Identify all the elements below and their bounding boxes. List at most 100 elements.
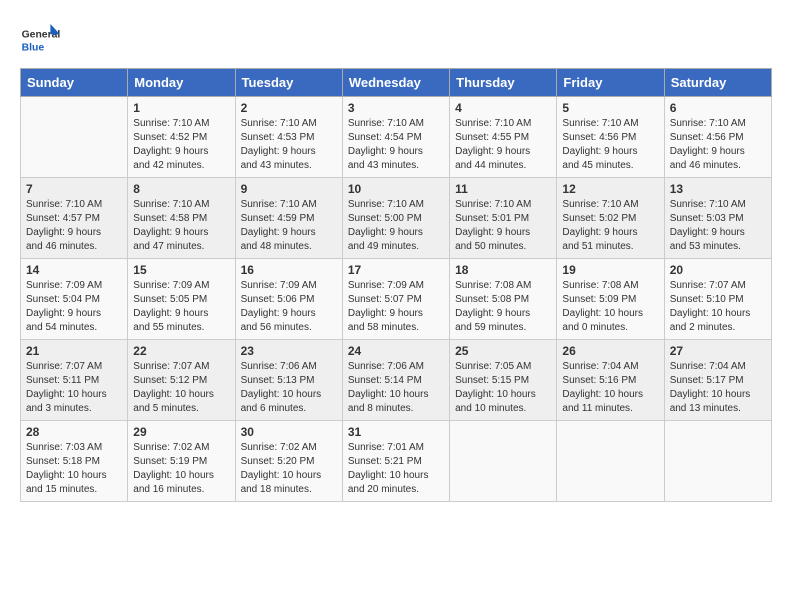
calendar-cell: 24Sunrise: 7:06 AM Sunset: 5:14 PM Dayli…	[342, 340, 449, 421]
cell-content: Sunrise: 7:02 AM Sunset: 5:20 PM Dayligh…	[241, 441, 337, 497]
cell-content: Sunrise: 7:09 AM Sunset: 5:06 PM Dayligh…	[241, 279, 337, 335]
cell-content: Sunrise: 7:03 AM Sunset: 5:18 PM Dayligh…	[26, 441, 122, 497]
day-number: 12	[562, 182, 658, 196]
calendar-cell: 4 Sunrise: 7:10 AM Sunset: 4:55 PM Daylig…	[450, 97, 557, 178]
day-number: 5	[562, 101, 658, 115]
day-number: 4	[455, 101, 551, 115]
cell-content: Sunrise: 7:02 AM Sunset: 5:19 PM Dayligh…	[133, 441, 229, 497]
calendar-cell: 20 Sunrise: 7:07 AM Sunset: 5:10 PM Dayli…	[664, 259, 771, 340]
day-number: 22	[133, 344, 229, 358]
logo: General Blue	[20, 20, 64, 60]
day-number: 20	[670, 263, 766, 277]
calendar-cell: 13 Sunrise: 7:10 AM Sunset: 5:03 PM Dayli…	[664, 178, 771, 259]
cell-content: Sunrise: 7:01 AM Sunset: 5:21 PM Dayligh…	[348, 441, 444, 497]
cell-content: Sunrise: 7:07 AM Sunset: 5:10 PM Dayligh…	[670, 279, 766, 335]
calendar-cell: 9Sunrise: 7:10 AM Sunset: 4:59 PM Daylig…	[235, 178, 342, 259]
day-number: 13	[670, 182, 766, 196]
calendar-cell: 12 Sunrise: 7:10 AM Sunset: 5:02 PM Dayli…	[557, 178, 664, 259]
cell-content: Sunrise: 7:04 AM Sunset: 5:17 PM Dayligh…	[670, 360, 766, 416]
day-number: 15	[133, 263, 229, 277]
page-header: General Blue	[20, 20, 772, 60]
day-number: 23	[241, 344, 337, 358]
calendar-cell: 3 Sunrise: 7:10 AM Sunset: 4:54 PM Daylig…	[342, 97, 449, 178]
calendar-cell: 11 Sunrise: 7:10 AM Sunset: 5:01 PM Dayli…	[450, 178, 557, 259]
calendar-cell: 2 Sunrise: 7:10 AM Sunset: 4:53 PM Daylig…	[235, 97, 342, 178]
day-number: 3	[348, 101, 444, 115]
day-number: 19	[562, 263, 658, 277]
cell-content: Sunrise: 7:10 AM Sunset: 5:03 PM Dayligh…	[670, 198, 766, 254]
cell-content: Sunrise: 7:10 AM Sunset: 4:55 PM Dayligh…	[455, 117, 551, 173]
day-number: 25	[455, 344, 551, 358]
cell-content: Sunrise: 7:09 AM Sunset: 5:05 PM Dayligh…	[133, 279, 229, 335]
cell-content: Sunrise: 7:10 AM Sunset: 4:56 PM Dayligh…	[562, 117, 658, 173]
cell-content: Sunrise: 7:10 AM Sunset: 4:58 PM Dayligh…	[133, 198, 229, 254]
cell-content: Sunrise: 7:05 AM Sunset: 5:15 PM Dayligh…	[455, 360, 551, 416]
calendar-table: SundayMondayTuesdayWednesdayThursdayFrid…	[20, 68, 772, 502]
calendar-cell: 5 Sunrise: 7:10 AM Sunset: 4:56 PM Daylig…	[557, 97, 664, 178]
cell-content: Sunrise: 7:10 AM Sunset: 4:56 PM Dayligh…	[670, 117, 766, 173]
cell-content: Sunrise: 7:07 AM Sunset: 5:11 PM Dayligh…	[26, 360, 122, 416]
day-number: 29	[133, 425, 229, 439]
calendar-cell: 31Sunrise: 7:01 AM Sunset: 5:21 PM Dayli…	[342, 421, 449, 502]
calendar-cell: 19Sunrise: 7:08 AM Sunset: 5:09 PM Dayli…	[557, 259, 664, 340]
calendar-cell: 10 Sunrise: 7:10 AM Sunset: 5:00 PM Dayli…	[342, 178, 449, 259]
day-number: 26	[562, 344, 658, 358]
day-of-week-header: Thursday	[450, 69, 557, 97]
calendar-week-row: 7Sunrise: 7:10 AM Sunset: 4:57 PM Daylig…	[21, 178, 772, 259]
calendar-cell: 14 Sunrise: 7:09 AM Sunset: 5:04 PM Dayli…	[21, 259, 128, 340]
cell-content: Sunrise: 7:10 AM Sunset: 4:53 PM Dayligh…	[241, 117, 337, 173]
calendar-cell: 29 Sunrise: 7:02 AM Sunset: 5:19 PM Dayli…	[128, 421, 235, 502]
cell-content: Sunrise: 7:10 AM Sunset: 4:54 PM Dayligh…	[348, 117, 444, 173]
day-of-week-header: Sunday	[21, 69, 128, 97]
day-number: 21	[26, 344, 122, 358]
calendar-week-row: 1Sunrise: 7:10 AM Sunset: 4:52 PM Daylig…	[21, 97, 772, 178]
calendar-cell: 16 Sunrise: 7:09 AM Sunset: 5:06 PM Dayli…	[235, 259, 342, 340]
cell-content: Sunrise: 7:09 AM Sunset: 5:04 PM Dayligh…	[26, 279, 122, 335]
day-of-week-header: Monday	[128, 69, 235, 97]
day-number: 30	[241, 425, 337, 439]
cell-content: Sunrise: 7:10 AM Sunset: 5:00 PM Dayligh…	[348, 198, 444, 254]
day-of-week-header: Friday	[557, 69, 664, 97]
cell-content: Sunrise: 7:06 AM Sunset: 5:14 PM Dayligh…	[348, 360, 444, 416]
calendar-cell: 25 Sunrise: 7:05 AM Sunset: 5:15 PM Dayli…	[450, 340, 557, 421]
calendar-cell: 15 Sunrise: 7:09 AM Sunset: 5:05 PM Dayli…	[128, 259, 235, 340]
day-number: 14	[26, 263, 122, 277]
calendar-week-row: 21 Sunrise: 7:07 AM Sunset: 5:11 PM Dayli…	[21, 340, 772, 421]
cell-content: Sunrise: 7:07 AM Sunset: 5:12 PM Dayligh…	[133, 360, 229, 416]
day-number: 18	[455, 263, 551, 277]
calendar-cell: 23 Sunrise: 7:06 AM Sunset: 5:13 PM Dayli…	[235, 340, 342, 421]
calendar-cell: 30 Sunrise: 7:02 AM Sunset: 5:20 PM Dayli…	[235, 421, 342, 502]
day-of-week-header: Saturday	[664, 69, 771, 97]
calendar-cell: 27Sunrise: 7:04 AM Sunset: 5:17 PM Dayli…	[664, 340, 771, 421]
cell-content: Sunrise: 7:08 AM Sunset: 5:08 PM Dayligh…	[455, 279, 551, 335]
svg-text:Blue: Blue	[22, 42, 45, 53]
day-number: 6	[670, 101, 766, 115]
day-number: 10	[348, 182, 444, 196]
calendar-cell: 17Sunrise: 7:09 AM Sunset: 5:07 PM Dayli…	[342, 259, 449, 340]
calendar-cell: 21 Sunrise: 7:07 AM Sunset: 5:11 PM Dayli…	[21, 340, 128, 421]
calendar-cell: 26 Sunrise: 7:04 AM Sunset: 5:16 PM Dayli…	[557, 340, 664, 421]
calendar-cell	[557, 421, 664, 502]
calendar-week-row: 28Sunrise: 7:03 AM Sunset: 5:18 PM Dayli…	[21, 421, 772, 502]
calendar-cell: 18 Sunrise: 7:08 AM Sunset: 5:08 PM Dayli…	[450, 259, 557, 340]
day-number: 9	[241, 182, 337, 196]
cell-content: Sunrise: 7:10 AM Sunset: 5:01 PM Dayligh…	[455, 198, 551, 254]
calendar-cell	[664, 421, 771, 502]
day-number: 17	[348, 263, 444, 277]
calendar-cell: 1Sunrise: 7:10 AM Sunset: 4:52 PM Daylig…	[128, 97, 235, 178]
calendar-cell: 8 Sunrise: 7:10 AM Sunset: 4:58 PM Daylig…	[128, 178, 235, 259]
day-number: 16	[241, 263, 337, 277]
cell-content: Sunrise: 7:06 AM Sunset: 5:13 PM Dayligh…	[241, 360, 337, 416]
calendar-cell: 7Sunrise: 7:10 AM Sunset: 4:57 PM Daylig…	[21, 178, 128, 259]
cell-content: Sunrise: 7:04 AM Sunset: 5:16 PM Dayligh…	[562, 360, 658, 416]
day-number: 8	[133, 182, 229, 196]
calendar-week-row: 14 Sunrise: 7:09 AM Sunset: 5:04 PM Dayli…	[21, 259, 772, 340]
day-number: 11	[455, 182, 551, 196]
cell-content: Sunrise: 7:10 AM Sunset: 5:02 PM Dayligh…	[562, 198, 658, 254]
calendar-cell: 6 Sunrise: 7:10 AM Sunset: 4:56 PM Daylig…	[664, 97, 771, 178]
calendar-cell: 22 Sunrise: 7:07 AM Sunset: 5:12 PM Dayli…	[128, 340, 235, 421]
calendar-header-row: SundayMondayTuesdayWednesdayThursdayFrid…	[21, 69, 772, 97]
calendar-cell	[450, 421, 557, 502]
calendar-cell	[21, 97, 128, 178]
day-number: 2	[241, 101, 337, 115]
